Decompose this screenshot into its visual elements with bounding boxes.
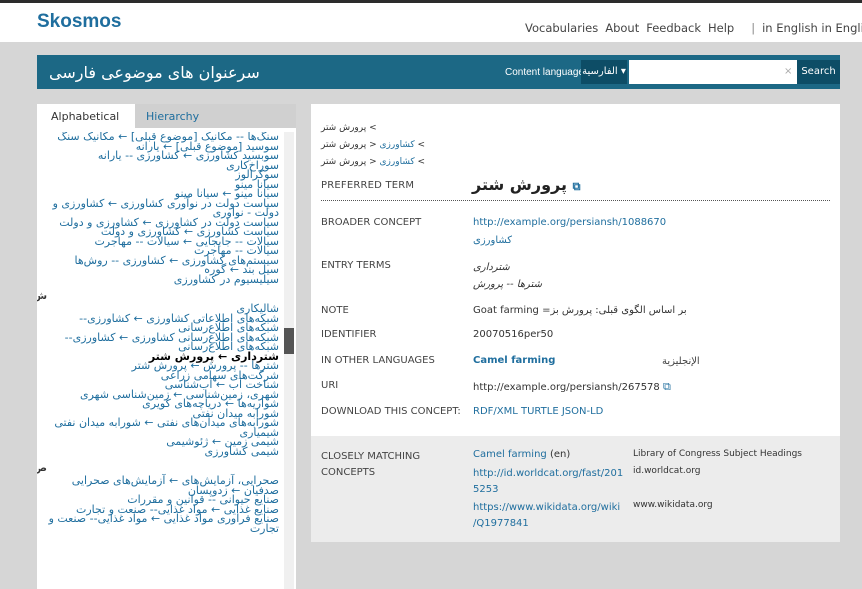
nav-separator: | <box>751 21 756 35</box>
breadcrumb-row: کشاورزی < پرورش شتر < <box>321 157 426 167</box>
list-item[interactable]: شبکه‌های اطلاعاتی کشاورزی ← کشاورزی-- شب… <box>37 313 283 334</box>
closely-label-line: CLOSELY MATCHING <box>321 451 421 462</box>
top-rule <box>0 0 862 3</box>
nav-language-switch[interactable]: in English in English <box>762 21 862 35</box>
list-item[interactable]: شیمی کشاورزی <box>37 446 283 456</box>
nav-about[interactable]: About <box>605 21 639 35</box>
match-3-uri[interactable]: https://www.wikidata.org/wiki /Q1977841 <box>473 500 620 532</box>
preferred-term: پرورش شتر ⧉ <box>472 175 580 194</box>
match-1-lang: (en) <box>549 449 571 460</box>
match-2-source: id.worldcat.org <box>633 466 701 476</box>
nav-feedback[interactable]: Feedback <box>646 21 701 35</box>
match-1: Camel farming (en) <box>473 449 570 460</box>
breadcrumb-row: کشاورزی < پرورش شتر < <box>321 140 426 150</box>
match-3-uri-line[interactable]: /Q1977841 <box>473 516 620 532</box>
preferred-term-label: PREFERRED TERM <box>321 180 415 191</box>
entry-term: شترداری <box>473 262 510 273</box>
breadcrumb-row: پرورش شتر < <box>321 123 377 133</box>
content-language-label: Content language <box>505 67 584 78</box>
note-value: Goat farming =بر اساس الگوی قبلی: پرورش … <box>473 305 687 316</box>
site-logo[interactable]: Skosmos <box>37 11 121 33</box>
breadcrumb-current: پرورش شتر <box>321 140 367 150</box>
copy-uri-icon[interactable]: ⧉ <box>663 380 671 393</box>
broader-label: BROADER CONCEPT <box>321 217 422 228</box>
list-item[interactable]: شبکه‌های اطلاع‌رسانی کشاورزی ← کشاورزی--… <box>37 332 283 353</box>
copy-icon[interactable]: ⧉ <box>573 180 581 193</box>
uri-value: http://example.org/persiansh/267578 ⧉ <box>473 380 671 394</box>
match-3-source: www.wikidata.org <box>633 500 713 510</box>
search-button[interactable]: Search <box>797 60 840 84</box>
match-1-source: Library of Congress Subject Headings <box>633 449 802 459</box>
content-language-dropdown[interactable]: الفارسية ▾ <box>581 60 627 84</box>
breadcrumb: پرورش شتر < کشاورزی < پرورش شتر < کشاورز… <box>321 120 425 171</box>
tab-alphabetical[interactable]: Alphabetical <box>51 110 120 123</box>
other-languages-label: IN OTHER LANGUAGES <box>321 355 435 366</box>
other-language-term[interactable]: Camel farming <box>473 355 555 366</box>
match-2-uri[interactable]: http://id.worldcat.org/fast/201 5253 <box>473 466 623 498</box>
broader-term[interactable]: کشاورزی <box>473 235 512 246</box>
breadcrumb-link[interactable]: کشاورزی <box>380 157 415 167</box>
list-item[interactable]: سیلیسیوم در کشاورزی <box>37 274 283 284</box>
breadcrumb-current: پرورش شتر <box>321 123 367 133</box>
divider <box>321 200 830 201</box>
top-navigation: Vocabularies About Feedback Help | in En… <box>525 21 862 35</box>
breadcrumb-current: پرورش شتر <box>321 157 367 167</box>
list-item[interactable]: صنایع فراوری مواد غذایی ← مواد غذایی-- ص… <box>37 513 283 534</box>
broader-uri[interactable]: http://example.org/persiansh/1088670 <box>473 217 666 228</box>
sidebar-scrollbar[interactable] <box>284 132 294 589</box>
other-language-name: الإنجليزية <box>662 356 700 367</box>
nav-vocabularies[interactable]: Vocabularies <box>525 21 598 35</box>
identifier-label: IDENTIFIER <box>321 329 377 340</box>
alphabetical-list: سنگ‌ها -- مکانیک [موضوع قبلی] ← مکانیک س… <box>37 132 283 589</box>
vocabulary-title[interactable]: سرعنوان های موضوعی فارسی <box>49 63 260 82</box>
closely-label-line: CONCEPTS <box>321 467 376 478</box>
nav-help[interactable]: Help <box>708 21 734 35</box>
download-formats[interactable]: RDF/XML TURTLE JSON-LD <box>473 406 603 417</box>
match-3-uri-line[interactable]: https://www.wikidata.org/wiki <box>473 500 620 516</box>
match-2-uri-line[interactable]: http://id.worldcat.org/fast/201 <box>473 466 623 482</box>
note-label: NOTE <box>321 305 349 316</box>
search-input[interactable] <box>629 60 797 84</box>
list-item[interactable]: سیاست دولت در نوآوری کشاورزی ← کشاورزی و… <box>37 198 283 219</box>
uri-text: http://example.org/persiansh/267578 <box>473 382 660 393</box>
closely-matching-label: CLOSELY MATCHING CONCEPTS <box>321 449 420 481</box>
clear-search-icon[interactable]: × <box>784 66 792 77</box>
sidebar-tabs: Alphabetical Hierarchy <box>37 104 296 128</box>
entry-term: شترها -- پرورش <box>473 279 542 290</box>
uri-label: URI <box>321 380 339 391</box>
breadcrumb-link[interactable]: کشاورزی <box>380 140 415 150</box>
tab-hierarchy[interactable]: Hierarchy <box>146 110 199 123</box>
scrollbar-thumb[interactable] <box>284 328 294 354</box>
sidebar: Alphabetical Hierarchy سنگ‌ها -- مکانیک … <box>37 104 296 589</box>
entry-terms-label: ENTRY TERMS <box>321 260 391 271</box>
match-2-uri-line[interactable]: 5253 <box>473 482 623 498</box>
download-label: DOWNLOAD THIS CONCEPT: <box>321 406 461 417</box>
match-1-term[interactable]: Camel farming <box>473 449 547 460</box>
identifier-value: 20070516per50 <box>473 329 554 340</box>
preferred-term-text: پرورش شتر <box>472 175 567 194</box>
